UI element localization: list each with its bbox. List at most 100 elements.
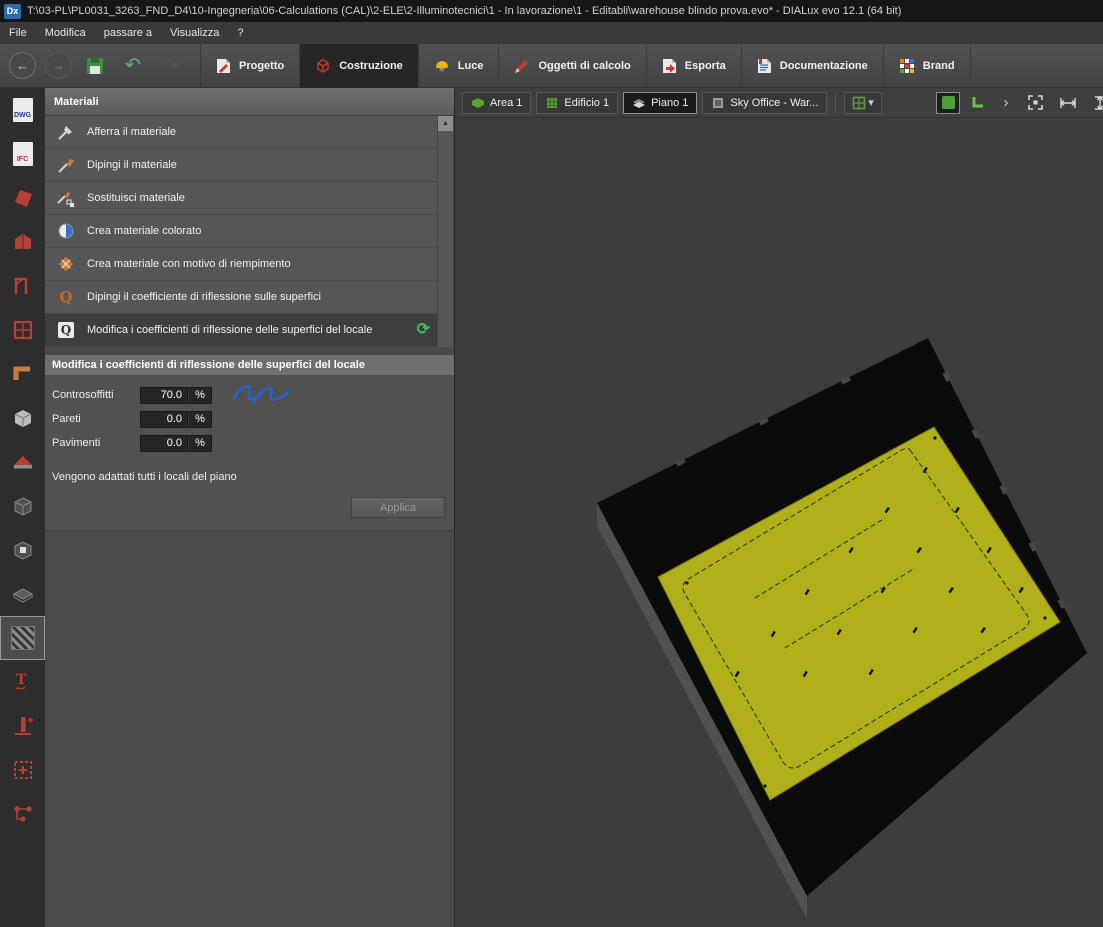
panel-title-text: Materiali: [54, 96, 99, 108]
light-icon: [434, 59, 450, 73]
tool-label: Dipingi il coefficiente di riflessione s…: [87, 291, 321, 303]
sidebar-item-ifc-import[interactable]: IFC: [0, 132, 45, 176]
undo-button[interactable]: ↶: [118, 51, 148, 81]
ifc-label: IFC: [17, 156, 28, 163]
pavimenti-input[interactable]: 0.0: [140, 435, 188, 452]
documentation-icon: [757, 58, 772, 74]
breadcrumb-room[interactable]: Sky Office - War...: [702, 92, 827, 114]
tab-luce[interactable]: Luce: [418, 44, 499, 88]
tab-label: Luce: [458, 60, 484, 72]
tool-crea-materiale-motivo[interactable]: Crea materiale con motivo di riempimento: [45, 248, 439, 281]
field-pareti: Pareti 0.0 %: [52, 407, 454, 431]
menu-modifica[interactable]: Modifica: [36, 22, 95, 44]
building-body-icon: [11, 230, 35, 254]
measure-vertical-button[interactable]: [1089, 92, 1103, 114]
tool-dipingi-materiale[interactable]: Dipingi il materiale: [45, 149, 439, 182]
measure-vertical-icon: [1092, 95, 1103, 111]
tool-afferra-materiale[interactable]: Afferra il materiale: [45, 116, 439, 149]
menu-help[interactable]: ?: [228, 22, 252, 44]
project-icon: [216, 58, 231, 74]
tab-documentazione[interactable]: Documentazione: [741, 44, 883, 88]
pattern-material-icon: [56, 254, 76, 274]
sidebar-item-building[interactable]: [0, 220, 45, 264]
sidebar-item-window[interactable]: [0, 308, 45, 352]
expand-views-button[interactable]: ›: [994, 92, 1018, 114]
menu-visualizza[interactable]: Visualizza: [161, 22, 228, 44]
triangle-up-icon: ▲: [442, 120, 449, 127]
refresh-icon[interactable]: ⟳: [417, 322, 430, 338]
scroll-track[interactable]: [438, 131, 453, 347]
svg-text:T: T: [16, 672, 27, 688]
tool-dipingi-coefficiente[interactable]: Q Dipingi il coefficiente di riflessione…: [45, 281, 439, 314]
menu-passare-a[interactable]: passare a: [95, 22, 161, 44]
opening-icon: [11, 758, 35, 782]
tab-label: Documentazione: [780, 60, 868, 72]
field-label: Controsoffitti: [52, 389, 140, 401]
editor-header: Modifica i coefficienti di riflessione d…: [45, 355, 454, 375]
back-button[interactable]: ←: [9, 52, 36, 79]
3d-viewport[interactable]: [455, 118, 1103, 927]
pareti-input[interactable]: 0.0: [140, 411, 188, 428]
breadcrumb-piano[interactable]: Piano 1: [623, 92, 697, 114]
tab-esporta[interactable]: Esporta: [646, 44, 741, 88]
tab-costruzione[interactable]: Costruzione: [299, 44, 418, 88]
breadcrumb-area[interactable]: Area 1: [462, 92, 531, 114]
redo-button[interactable]: ↷: [156, 51, 186, 81]
tab-progetto[interactable]: Progetto: [200, 44, 299, 88]
room-icon: [711, 96, 725, 110]
wireframe-view-button[interactable]: [965, 92, 989, 114]
panel-title: Materiali: [45, 88, 454, 116]
sidebar-item-cube-cutout[interactable]: [0, 528, 45, 572]
save-button[interactable]: [80, 51, 110, 81]
unit-label: %: [188, 411, 212, 428]
undo-icon: ↶: [125, 54, 141, 77]
apply-button[interactable]: Applica: [351, 497, 445, 518]
export-icon: [662, 58, 677, 74]
sidebar-item-site[interactable]: [0, 176, 45, 220]
field-label: Pavimenti: [52, 437, 140, 449]
sidebar-item-door[interactable]: [0, 264, 45, 308]
sidebar-item-dwg-import[interactable]: DWG: [0, 88, 45, 132]
paint-brush-icon: [56, 155, 76, 175]
reflectance-edit-icon: Q: [56, 320, 76, 340]
door-icon: [11, 274, 35, 298]
view-mode-dropdown[interactable]: ▾: [844, 92, 882, 114]
tools-scrollbar[interactable]: ▲: [437, 116, 453, 347]
arrow-left-icon: ←: [16, 58, 29, 73]
sidebar-item-roof[interactable]: [0, 440, 45, 484]
zoom-fit-button[interactable]: [1023, 92, 1047, 114]
measure-horizontal-button[interactable]: [1056, 92, 1080, 114]
sidebar-item-opening[interactable]: [0, 748, 45, 792]
field-label: Pareti: [52, 413, 140, 425]
circuit-icon: [11, 802, 35, 826]
tool-label: Modifica i coefficienti di riflessione d…: [87, 324, 372, 336]
sidebar-item-room[interactable]: [0, 396, 45, 440]
controsoffitti-input[interactable]: 70.0: [140, 387, 188, 404]
solid-view-icon: [942, 96, 955, 109]
breadcrumb-label: Piano 1: [651, 97, 688, 109]
sidebar-item-column[interactable]: [0, 704, 45, 748]
unit-label: %: [188, 387, 212, 404]
app-icon: Dx: [4, 4, 21, 19]
solid-view-button[interactable]: [936, 92, 960, 114]
mode-tabs: Progetto Costruzione Luce Oggetti di cal…: [200, 44, 971, 88]
tool-sostituisci-materiale[interactable]: Sostituisci materiale: [45, 182, 439, 215]
sidebar-item-text[interactable]: T: [0, 660, 45, 704]
breadcrumb-edificio[interactable]: Edificio 1: [536, 92, 618, 114]
sidebar-item-materials[interactable]: [0, 616, 45, 660]
wall-icon: [11, 362, 35, 386]
forward-button[interactable]: →: [45, 52, 72, 79]
tool-modifica-coefficienti[interactable]: Q Modifica i coefficienti di riflessione…: [45, 314, 439, 347]
tab-oggetti-di-calcolo[interactable]: Oggetti di calcolo: [498, 44, 645, 88]
tool-label: Sostituisci materiale: [87, 192, 185, 204]
tab-brand[interactable]: Brand: [883, 44, 971, 88]
sidebar-item-cube[interactable]: [0, 484, 45, 528]
scroll-up-button[interactable]: ▲: [438, 116, 453, 131]
sidebar-item-ceiling[interactable]: [0, 572, 45, 616]
cube-icon: [11, 494, 35, 518]
menu-file[interactable]: File: [0, 22, 36, 44]
sidebar-item-circuit[interactable]: [0, 792, 45, 836]
materials-icon: [11, 626, 35, 650]
tool-crea-materiale-colorato[interactable]: Crea materiale colorato: [45, 215, 439, 248]
sidebar-item-wall[interactable]: [0, 352, 45, 396]
